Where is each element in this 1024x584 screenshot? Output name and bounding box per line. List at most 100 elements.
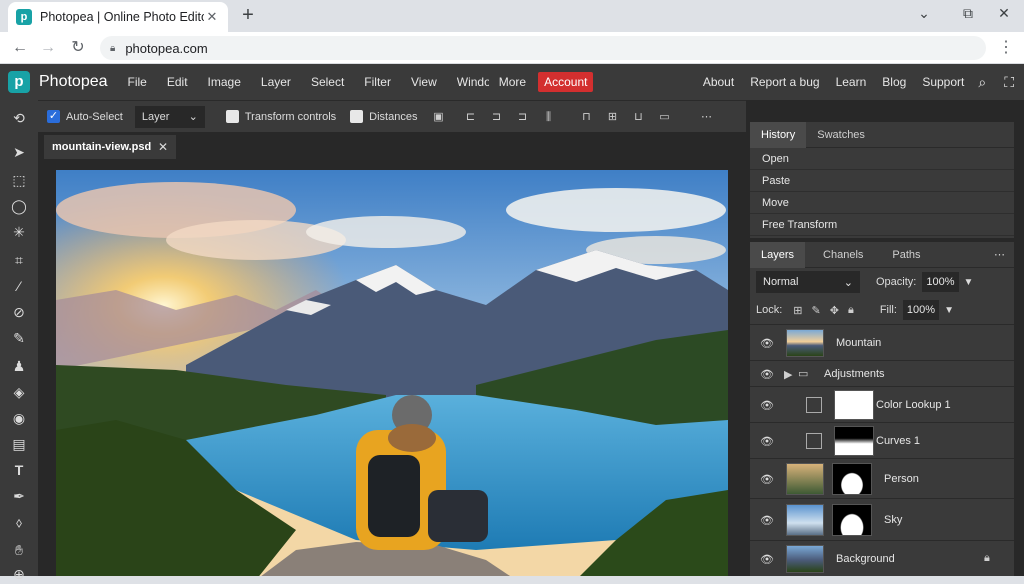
menu-window[interactable]: Window [457, 75, 489, 89]
move-tool-icon[interactable]: ➤ [8, 142, 30, 162]
minimize-icon[interactable]: ⌄ [904, 0, 944, 28]
transform-controls-checkbox[interactable] [225, 110, 239, 123]
layers-more-icon[interactable]: ⋯ [983, 242, 1016, 268]
layer-row-background[interactable]: 👁︎ Background 🔒︎ [750, 540, 1014, 576]
align-center-icon[interactable]: ⊐ [487, 109, 505, 125]
visibility-eye-icon[interactable]: 👁︎ [760, 399, 774, 412]
layer-group-adjustments[interactable]: 👁︎ ▶ ▭ Adjustments [750, 360, 1014, 386]
opacity-input[interactable]: 100% [922, 272, 959, 292]
history-item[interactable]: Open [750, 148, 1014, 170]
menu-support[interactable]: Support [922, 75, 964, 89]
menu-report-bug[interactable]: Report a bug [750, 75, 819, 89]
mountain-lake-photo[interactable] [56, 170, 728, 576]
align-left-icon[interactable]: ⊏ [461, 109, 479, 125]
canvas-area[interactable] [38, 160, 746, 576]
menu-layer[interactable]: Layer [261, 75, 291, 89]
tab-close-icon[interactable]: ✕ [204, 9, 220, 25]
pen-tool-icon[interactable]: ✒ [8, 486, 30, 506]
distribute-vertical-icon[interactable]: ▭ [655, 109, 673, 125]
reload-icon[interactable]: ↻ [66, 36, 90, 60]
visibility-eye-icon[interactable]: 👁︎ [760, 514, 774, 527]
menu-about[interactable]: About [703, 75, 734, 89]
history-item[interactable]: Move [750, 192, 1014, 214]
healing-tool-icon[interactable]: ⊘ [8, 302, 30, 322]
zoom-tool-icon[interactable]: ⊕ [8, 564, 30, 584]
menu-select[interactable]: Select [311, 75, 344, 89]
brush-tool-icon[interactable]: ✎ [8, 328, 30, 348]
stamp-tool-icon[interactable]: ♟ [8, 356, 30, 376]
visibility-eye-icon[interactable]: 👁︎ [760, 368, 774, 381]
lock-position-icon[interactable]: ✥ [830, 304, 839, 317]
more-options-icon[interactable]: ⋯ [697, 109, 715, 125]
auto-select-checkbox[interactable]: ✓ [47, 110, 60, 123]
menu-file[interactable]: File [128, 75, 147, 89]
tab-history[interactable]: History [750, 121, 807, 148]
new-tab-button[interactable]: + [236, 4, 260, 28]
document-close-icon[interactable]: ✕ [158, 140, 168, 154]
blend-mode-select[interactable]: Normal ⌄ [756, 271, 860, 293]
fill-dropdown-icon[interactable]: ▼ [944, 305, 954, 316]
menu-learn[interactable]: Learn [836, 75, 867, 89]
history-item[interactable]: Paste [750, 170, 1014, 192]
forward-icon[interactable]: → [36, 36, 60, 60]
distribute-icon[interactable]: ⫼ [539, 109, 557, 125]
auto-select-mode-select[interactable]: Layer ⌄ [134, 105, 205, 128]
lock-transparency-icon[interactable]: ⊞ [793, 304, 802, 317]
browser-menu-icon[interactable]: ⋮ [996, 36, 1016, 60]
tab-layers[interactable]: Layers [750, 241, 806, 268]
tab-channels[interactable]: Chanels [805, 242, 881, 268]
align-top-icon[interactable]: ⊓ [577, 109, 595, 125]
tab-paths[interactable]: Paths [881, 242, 931, 268]
back-icon[interactable]: ← [8, 36, 32, 60]
crop-tool-icon[interactable]: ⌗ [8, 250, 30, 270]
fullscreen-icon[interactable]: ⛶ [1004, 74, 1014, 91]
menu-filter[interactable]: Filter [364, 75, 391, 89]
menu-more[interactable]: More [499, 75, 526, 89]
align-middle-icon[interactable]: ⊞ [603, 109, 621, 125]
menu-edit[interactable]: Edit [167, 75, 188, 89]
address-bar[interactable]: 🔒︎ photopea.com [100, 36, 986, 60]
eraser-tool-icon[interactable]: ◈ [8, 382, 30, 402]
menu-view[interactable]: View [411, 75, 437, 89]
layer-row-person[interactable]: 👁︎ Person [750, 458, 1014, 498]
visibility-eye-icon[interactable]: 👁︎ [760, 435, 774, 448]
path-select-tool-icon[interactable]: ⬨ [8, 512, 30, 532]
layer-row-curves[interactable]: 👁︎ Curves 1 [750, 422, 1014, 458]
url-text: photopea.com [125, 40, 208, 56]
lock-pixels-icon[interactable]: ✎ [812, 304, 821, 317]
account-button[interactable]: Account [538, 72, 594, 92]
fill-input[interactable]: 100% [902, 300, 940, 320]
expand-arrow-icon[interactable]: ▶ [784, 368, 792, 381]
search-icon[interactable]: ⌕ [978, 74, 986, 91]
distances-checkbox[interactable] [350, 110, 364, 123]
gradient-tool-icon[interactable]: ▤ [8, 434, 30, 454]
menu-image[interactable]: Image [208, 75, 241, 89]
blur-tool-icon[interactable]: ◉ [8, 408, 30, 428]
tool-options-icon[interactable]: ⟲ [8, 108, 30, 128]
visibility-eye-icon[interactable]: 👁︎ [760, 337, 774, 350]
window-close-icon[interactable]: ✕ [984, 0, 1024, 28]
visibility-eye-icon[interactable]: 👁︎ [760, 553, 774, 566]
opacity-dropdown-icon[interactable]: ▼ [964, 277, 974, 288]
align-right-icon[interactable]: ⊐ [513, 109, 531, 125]
arrange-icon[interactable]: ▣ [429, 109, 447, 125]
lasso-tool-icon[interactable]: ◯ [8, 196, 30, 216]
visibility-eye-icon[interactable]: 👁︎ [760, 473, 774, 486]
hand-tool-icon[interactable]: ✋︎ [8, 540, 30, 560]
history-item[interactable]: Free Transform [750, 214, 1014, 236]
text-tool-icon[interactable]: T [8, 460, 30, 480]
panel-scrollbar[interactable] [1014, 242, 1024, 576]
marquee-tool-icon[interactable]: ⬚ [8, 170, 30, 190]
tab-swatches[interactable]: Swatches [806, 122, 876, 148]
magic-wand-tool-icon[interactable]: ✳ [8, 222, 30, 242]
restore-icon[interactable]: ⧉ [948, 0, 988, 28]
browser-tab[interactable]: p Photopea | Online Photo Editor ✕ [8, 2, 228, 32]
menu-blog[interactable]: Blog [882, 75, 906, 89]
layer-row-mountain[interactable]: 👁︎ Mountain [750, 324, 1014, 360]
lock-all-icon[interactable]: 🔒︎ [848, 304, 854, 317]
eyedropper-tool-icon[interactable]: ⁄ [8, 276, 30, 296]
align-bottom-icon[interactable]: ⊔ [629, 109, 647, 125]
layer-row-color-lookup[interactable]: 👁︎ Color Lookup 1 [750, 386, 1014, 422]
document-tab[interactable]: mountain-view.psd ✕ [44, 135, 176, 159]
layer-row-sky[interactable]: 👁︎ Sky [750, 498, 1014, 540]
